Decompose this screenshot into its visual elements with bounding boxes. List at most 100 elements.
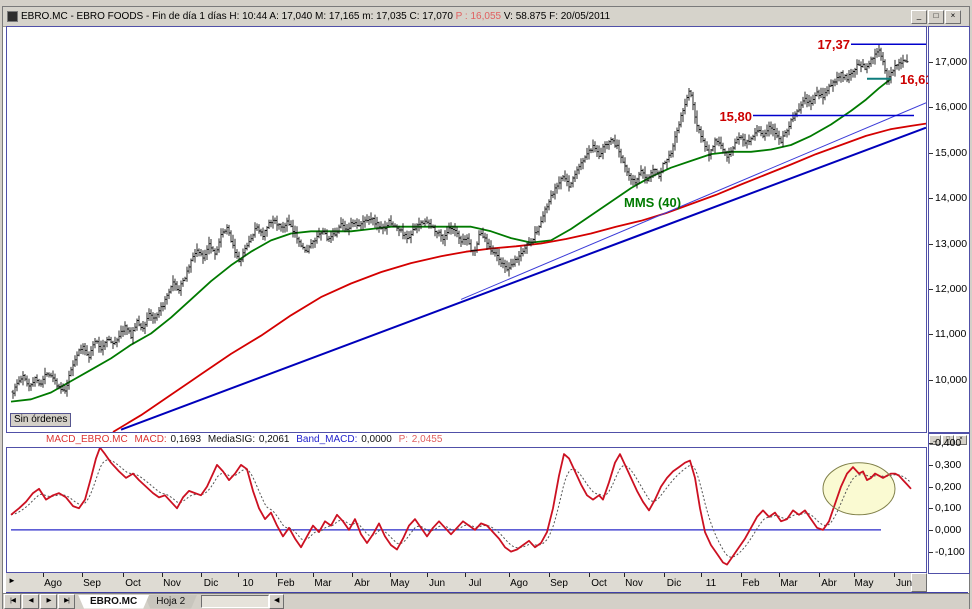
time-axis-label: Dic — [203, 578, 219, 589]
sheet-tab-bar: |◀ ◀ ▶ ▶| EBRO.MC Hoja 2 ◀ — [3, 593, 969, 609]
price-axis-tick — [929, 107, 933, 108]
time-axis-tick — [82, 573, 83, 577]
time-axis-label: Mar — [780, 578, 798, 589]
price-axis-label: 15,000 — [935, 147, 968, 159]
time-axis-tick — [819, 573, 820, 577]
time-axis-label: Sep — [83, 578, 101, 589]
time-axis-tick — [741, 573, 742, 577]
close-icon[interactable]: × — [945, 10, 961, 24]
macd-axis-label: 0,000 — [935, 524, 962, 536]
time-axis-tick — [509, 573, 510, 577]
macd-axis-label: -0,100 — [935, 546, 965, 558]
time-axis-tick — [701, 573, 702, 577]
support-label-15-80: 15,80 — [719, 109, 752, 124]
mediasig-label: MediaSIG: — [207, 434, 256, 445]
time-axis-label: Abr — [354, 578, 370, 589]
minimize-icon[interactable]: _ — [911, 10, 927, 24]
time-axis-tick — [549, 573, 550, 577]
time-axis-tick — [123, 573, 124, 577]
time-axis-tick — [664, 573, 665, 577]
mediasig-value: 0,2061 — [258, 434, 290, 445]
time-axis-label: Jul — [468, 578, 482, 589]
price-axis: 17,000 16,000 15,000 14,000 13,000 12,000 11,0… — [928, 26, 970, 433]
time-axis-tick — [779, 573, 780, 577]
macd-chart-panel[interactable] — [6, 447, 927, 573]
price-axis-label: 10,000 — [935, 374, 968, 386]
series-linea-de-tendencia-principal — [120, 126, 926, 431]
macd-p-value: 2,0455 — [411, 434, 443, 445]
macd-signal-line — [10, 459, 912, 558]
macd-indicator-name: MACD_EBRO.MC — [46, 434, 128, 445]
time-axis-arrow-icon[interactable]: ► — [8, 576, 16, 585]
time-axis-tick — [352, 573, 353, 577]
time-axis-tick — [894, 573, 895, 577]
tab-scrollbar-track[interactable] — [201, 595, 270, 608]
price-axis-tick — [929, 334, 933, 335]
macd-axis-label: 0,300 — [935, 459, 962, 471]
prev-sheet-button[interactable]: ◀ — [22, 594, 39, 609]
price-axis-label: 13,000 — [935, 238, 968, 250]
band-macd-value: 0,0000 — [361, 434, 392, 445]
time-axis-label: Oct — [125, 578, 141, 589]
tab-scroll-left-button[interactable]: ◀ — [269, 594, 285, 609]
macd-label: MACD: — [134, 434, 167, 445]
price-axis-tick — [929, 244, 933, 245]
axis-corner-button[interactable] — [911, 573, 927, 592]
time-axis-tick — [465, 573, 466, 577]
macd-value: 0,1693 — [170, 434, 202, 445]
price-axis-label: 12,000 — [935, 283, 968, 295]
tab-hoja-2[interactable]: Hoja 2 — [144, 595, 197, 609]
time-axis-label: Nov — [625, 578, 643, 589]
price-axis-tick — [929, 153, 933, 154]
price-axis-tick — [929, 198, 933, 199]
time-axis-label: Jun — [895, 578, 913, 589]
time-axis-tick — [276, 573, 277, 577]
tab-hoja-2-label: Hoja 2 — [156, 596, 186, 607]
time-axis-tick — [313, 573, 314, 577]
macd-axis-tick — [929, 508, 933, 509]
macd-axis-tick — [929, 530, 933, 531]
time-axis-tick — [201, 573, 202, 577]
price-axis-label: 17,000 — [935, 56, 968, 68]
macd-axis-label: 0,100 — [935, 502, 962, 514]
macd-header: MACD_EBRO.MC MACD: 0,1693 MediaSIG: 0,20… — [6, 433, 925, 446]
next-sheet-button[interactable]: ▶ — [40, 594, 57, 609]
first-sheet-button[interactable]: |◀ — [4, 594, 21, 609]
price-chart-canvas[interactable] — [7, 27, 926, 432]
series-media-movil-larga — [112, 122, 926, 432]
macd-axis-tick — [929, 443, 933, 444]
time-axis-tick — [162, 573, 163, 577]
time-axis-tick — [854, 573, 855, 577]
macd-axis-tick — [929, 552, 933, 553]
time-axis: ► Ago Sep Oct Nov Dic 10 Feb Mar Abr May Jun Jul Ago… — [6, 573, 927, 592]
time-axis-label: 10 — [242, 578, 254, 589]
time-axis-label: May — [390, 578, 410, 589]
chart-title-bar[interactable]: EBRO.MC - EBRO FOODS - Fin de día 1 días… — [3, 7, 969, 27]
series-linea-de-tendencia-secundaria — [460, 102, 926, 300]
time-axis-label: Sep — [550, 578, 568, 589]
mms-40-label: MMS (40) — [624, 195, 682, 210]
band-macd-label: Band_MACD: — [296, 434, 358, 445]
price-chart-panel[interactable]: 17,37 15,80 16,61 MMS (40) Sin órdenes — [6, 26, 933, 433]
time-axis-label: Ago — [44, 578, 62, 589]
time-axis-label: Mar — [314, 578, 332, 589]
macd-chart-canvas[interactable] — [7, 448, 926, 572]
time-axis-label: Jun — [428, 578, 446, 589]
window-controls: _ □ × — [911, 10, 961, 24]
chart-title-text: EBRO.MC - EBRO FOODS - Fin de día 1 días… — [21, 11, 610, 22]
time-axis-tick — [390, 573, 391, 577]
tab-ebro-mc[interactable]: EBRO.MC — [78, 595, 149, 609]
time-axis-label: Nov — [163, 578, 181, 589]
price-axis-tick — [929, 289, 933, 290]
last-sheet-button[interactable]: ▶| — [58, 594, 75, 609]
macd-axis: _ □ × 0,400 0,300 0,200 0,100 0,000 -0,100 — [928, 433, 970, 574]
chart-window-icon — [7, 11, 18, 22]
time-axis-label: Abr — [821, 578, 837, 589]
time-axis-tick — [238, 573, 239, 577]
macd-axis-tick — [929, 487, 933, 488]
maximize-icon[interactable]: □ — [928, 10, 944, 24]
title-volume-date: V: 58.875 F: 20/05/2011 — [503, 11, 611, 22]
price-axis-label: 14,000 — [935, 192, 968, 204]
title-last-price: P : 16,055 — [455, 11, 502, 22]
time-axis-label: May — [854, 578, 874, 589]
